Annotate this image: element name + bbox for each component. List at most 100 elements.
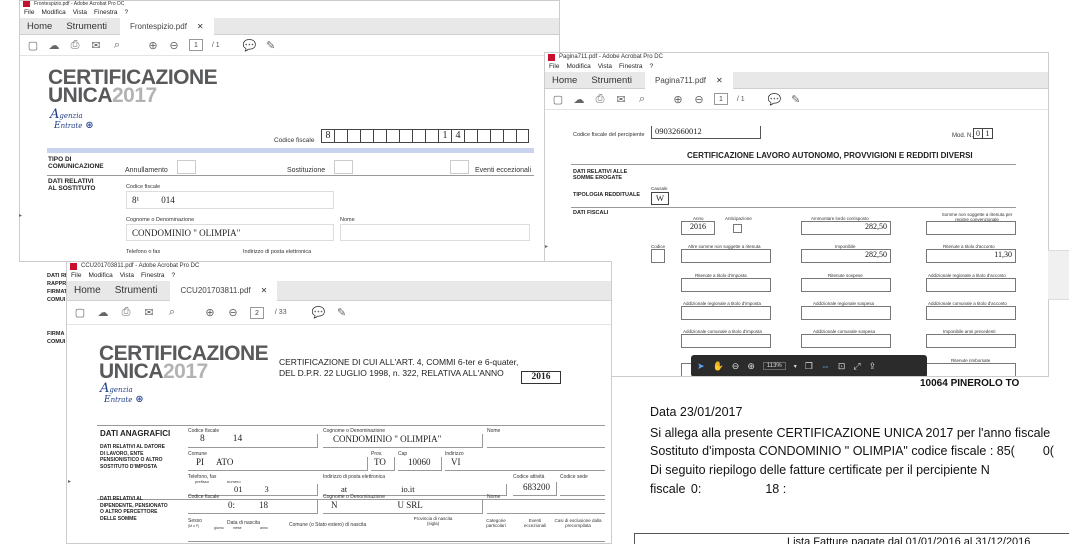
fit-width-icon[interactable]: ⇔ [821, 361, 830, 371]
prov-field[interactable]: TO [371, 457, 395, 471]
add-reg-acconto-field[interactable] [926, 278, 1016, 292]
zoom-dropdown-icon[interactable]: ▾ [794, 363, 797, 370]
cf-field[interactable]: 8 14 [188, 434, 318, 448]
menu-vista[interactable]: Vista [598, 63, 612, 70]
page-layout-icon[interactable]: ❐ [805, 361, 813, 372]
save-icon[interactable]: ▢ [27, 39, 39, 52]
anno-field[interactable]: 2016 [681, 221, 715, 235]
document-tab[interactable]: Frontespizio.pdf ✕ [120, 17, 214, 35]
page-down-icon[interactable]: ⊖ [168, 39, 180, 52]
pen-icon[interactable]: ✎ [790, 93, 802, 106]
document-tab[interactable]: CCU201703811.pdf ✕ [170, 280, 278, 301]
somme-non-soggette-field[interactable] [926, 221, 1016, 235]
menu-vista[interactable]: Vista [73, 9, 87, 16]
codice-attivita-field[interactable]: 683200 [513, 482, 557, 496]
comment-icon[interactable]: 💬 [312, 307, 326, 319]
cognome2-field[interactable]: N U SRL [323, 500, 483, 514]
save-icon[interactable]: ▢ [552, 93, 564, 106]
comment-icon[interactable]: 💬 [243, 39, 257, 52]
add-com-acconto-field[interactable] [926, 306, 1016, 320]
codice-field[interactable] [651, 249, 665, 263]
menu-help[interactable]: ? [650, 63, 654, 70]
menu-modifica[interactable]: Modifica [41, 9, 65, 16]
menu-file[interactable]: File [549, 63, 559, 70]
menu-file[interactable]: File [24, 9, 34, 16]
tab-strumenti[interactable]: Strumenti [59, 21, 114, 32]
close-tab-icon[interactable]: ✕ [197, 18, 204, 35]
tab-home[interactable]: Home [545, 75, 584, 86]
search-icon[interactable]: ⌕ [166, 306, 178, 319]
comune-field[interactable]: PI ATO [188, 457, 368, 471]
cf-field[interactable]: 8¹ 014 [126, 191, 334, 209]
nome2-field[interactable] [487, 500, 605, 514]
imponibile-field[interactable]: 282,50 [801, 249, 891, 263]
tab-home[interactable]: Home [67, 285, 108, 296]
menu-modifica[interactable]: Modifica [566, 63, 590, 70]
email-icon[interactable]: ✉ [90, 39, 102, 52]
sostituzione-box[interactable] [334, 160, 353, 174]
close-tab-icon[interactable]: ✕ [716, 72, 723, 89]
eventi-box[interactable] [450, 160, 469, 174]
menu-help[interactable]: ? [172, 272, 176, 279]
fullscreen-icon[interactable]: ⤢ [853, 361, 860, 372]
annullamento-box[interactable] [177, 160, 196, 174]
page-up-icon[interactable]: ⊕ [147, 39, 159, 52]
zoom-level[interactable]: 113% [762, 362, 786, 370]
menu-vista[interactable]: Vista [120, 272, 134, 279]
anticipazione-checkbox[interactable] [733, 224, 742, 233]
save-icon[interactable]: ▢ [74, 307, 86, 319]
menu-finestra[interactable]: Finestra [94, 9, 117, 16]
search-icon[interactable]: ⌕ [111, 39, 123, 51]
add-reg-sospesa-field[interactable] [801, 306, 891, 320]
select-tool-icon[interactable]: ➤ [697, 361, 705, 372]
add-reg-imposta-field[interactable] [681, 306, 771, 320]
page-down-icon[interactable]: ⊖ [227, 307, 239, 319]
add-com-sospesa-field[interactable] [801, 334, 891, 348]
causale-field[interactable]: W [651, 192, 669, 205]
print-icon[interactable]: ⎙ [594, 93, 606, 105]
close-tab-icon[interactable]: ✕ [261, 282, 268, 299]
page-up-icon[interactable]: ⊕ [672, 93, 684, 106]
comment-icon[interactable]: 💬 [768, 93, 782, 106]
ritenute-acconto-field[interactable]: 11,30 [926, 249, 1016, 263]
ritenute-sospese-field[interactable] [801, 278, 891, 292]
cognome-field[interactable]: CONDOMINIO " OLIMPIA" [323, 434, 483, 448]
cognome-field[interactable]: CONDOMINIO " OLIMPIA" [126, 224, 334, 241]
share-icon[interactable]: ⇪ [869, 361, 877, 372]
ammontare-field[interactable]: 282,50 [801, 221, 891, 235]
cf-percipiente-field[interactable]: 09032660012 [651, 126, 761, 139]
page-number-input[interactable]: 2 [250, 306, 264, 319]
print-icon[interactable]: ⎙ [69, 39, 81, 51]
codice-sede-field[interactable] [560, 482, 605, 496]
zoom-in-icon[interactable]: ⊕ [747, 361, 755, 372]
tab-strumenti[interactable]: Strumenti [584, 75, 639, 86]
nome-field[interactable] [340, 224, 530, 241]
page-number-input[interactable]: 1 [714, 93, 728, 105]
email-icon[interactable]: ✉ [143, 307, 155, 319]
tab-strumenti[interactable]: Strumenti [108, 285, 165, 296]
zoom-out-icon[interactable]: ⊖ [732, 361, 740, 372]
menu-finestra[interactable]: Finestra [619, 63, 642, 70]
cap-field[interactable]: 10060 [398, 457, 442, 471]
upload-cloud-icon[interactable]: ☁ [97, 307, 109, 319]
menu-help[interactable]: ? [125, 9, 129, 16]
add-com-imposta-field[interactable] [681, 334, 771, 348]
ritenute-imposta-field[interactable] [681, 278, 771, 292]
fit-page-icon[interactable]: ⊡ [838, 361, 846, 372]
print-icon[interactable]: ⎙ [120, 306, 132, 319]
page-number-input[interactable]: 1 [189, 39, 203, 51]
altre-somme-field[interactable] [681, 249, 771, 263]
scroll-arrow-left[interactable]: ▸ [68, 478, 71, 485]
upload-cloud-icon[interactable]: ☁ [48, 39, 60, 52]
pen-icon[interactable]: ✎ [265, 39, 277, 52]
indirizzo-field[interactable]: VI [445, 457, 605, 471]
menu-modifica[interactable]: Modifica [88, 272, 112, 279]
page-up-icon[interactable]: ⊕ [204, 307, 216, 319]
ritenute-rimborsate-field[interactable] [926, 363, 1016, 376]
hand-tool-icon[interactable]: ✋ [713, 361, 724, 372]
imponibile-anni-field[interactable] [926, 334, 1016, 348]
menu-file[interactable]: File [71, 272, 81, 279]
document-tab[interactable]: Pagina711.pdf ✕ [645, 71, 733, 89]
scroll-arrow-left-win2[interactable]: ▸ [545, 243, 548, 250]
search-icon[interactable]: ⌕ [636, 93, 648, 105]
